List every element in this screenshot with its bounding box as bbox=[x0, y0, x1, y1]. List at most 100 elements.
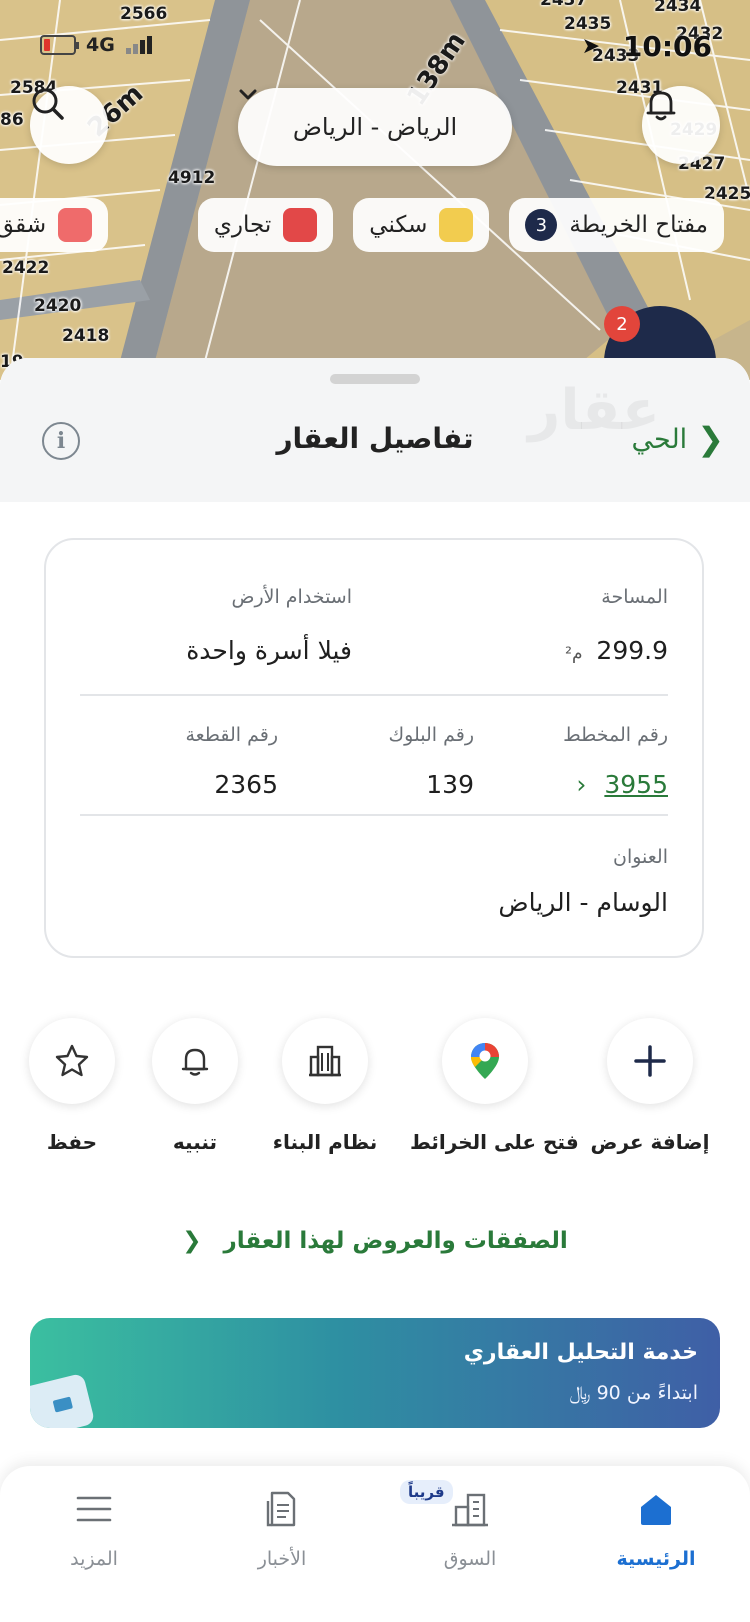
legend-apartments-label: شقق bbox=[0, 212, 47, 238]
plot-number: 2566 bbox=[120, 4, 168, 24]
bell-icon bbox=[181, 1048, 209, 1076]
drag-handle[interactable] bbox=[330, 374, 420, 384]
network-type: 4G bbox=[86, 34, 115, 56]
area-value: 299.9 bbox=[596, 636, 668, 665]
action-buttons: إضافة عرض فتح على الخرائط نظام البناء تن… bbox=[0, 1018, 750, 1178]
nav-more-label: المزيد bbox=[70, 1548, 118, 1570]
plot-number: 2420 bbox=[34, 296, 82, 316]
divider bbox=[80, 694, 668, 696]
building-code-button[interactable]: نظام البناء bbox=[250, 1018, 400, 1154]
add-offer-button[interactable]: إضافة عرض bbox=[575, 1018, 725, 1154]
legend-apartments[interactable]: شقق bbox=[0, 198, 109, 252]
notifications-button[interactable] bbox=[642, 86, 720, 164]
plot-number: 2437 bbox=[540, 0, 588, 10]
plan-number-link[interactable]: 3955 ‹ bbox=[576, 770, 668, 799]
plot-number: 2434 bbox=[654, 0, 702, 16]
save-circle[interactable] bbox=[29, 1018, 115, 1104]
chevron-down-icon bbox=[239, 89, 257, 100]
map-key-count: 3 bbox=[525, 209, 558, 241]
notification-count-badge: 2 bbox=[604, 306, 640, 342]
nav-home[interactable]: الرئيسية bbox=[576, 1484, 736, 1570]
open-maps-button[interactable]: فتح على الخرائط bbox=[410, 1018, 579, 1154]
address-label: العنوان bbox=[612, 846, 668, 868]
open-maps-circle[interactable] bbox=[442, 1018, 528, 1104]
plan-number-label: رقم المخطط bbox=[563, 724, 668, 746]
chevron-right-icon: ❯ bbox=[697, 420, 724, 458]
nav-news-label: الأخبار bbox=[257, 1548, 307, 1570]
divider bbox=[80, 814, 668, 816]
plot-number: 2422 bbox=[2, 258, 50, 278]
map-legend: مفتاح الخريطة 3 سكني تجاري bbox=[197, 198, 724, 252]
nav-more[interactable]: المزيد bbox=[14, 1484, 174, 1570]
news-document-icon bbox=[266, 1491, 296, 1527]
commercial-swatch bbox=[283, 208, 318, 242]
nav-news[interactable]: الأخبار bbox=[202, 1484, 362, 1570]
plot-number: 86 bbox=[0, 110, 24, 130]
banner-subtitle: ابتداءً من 90 ﷼ bbox=[569, 1382, 698, 1404]
plot-number: 4912 bbox=[168, 168, 216, 188]
save-label: حفظ bbox=[46, 1130, 98, 1154]
neighborhood-back-link[interactable]: ❯ الحي bbox=[632, 420, 724, 458]
chevron-left-icon: ❮ bbox=[182, 1228, 202, 1254]
chevron-left-icon: ‹ bbox=[576, 770, 587, 799]
add-offer-circle[interactable] bbox=[607, 1018, 693, 1104]
menu-icon bbox=[76, 1496, 112, 1522]
bottom-navigation: الرئيسية السوق قريباً الأخبار المزيد bbox=[0, 1466, 750, 1622]
area-unit: م² bbox=[565, 644, 583, 664]
clock: 10:06 bbox=[622, 30, 712, 63]
land-use-value: فيلا أسرة واحدة bbox=[186, 636, 352, 665]
apartments-swatch bbox=[58, 208, 93, 242]
legend-commercial[interactable]: تجاري bbox=[197, 198, 334, 252]
bell-icon bbox=[646, 91, 676, 121]
deals-offers-label: الصفقات والعروض لهذا العقار bbox=[223, 1228, 568, 1254]
deals-offers-link[interactable]: الصفقات والعروض لهذا العقار ❮ bbox=[0, 1228, 750, 1254]
block-number-value: 139 bbox=[426, 770, 474, 799]
open-maps-label: فتح على الخرائط bbox=[410, 1130, 579, 1154]
city-selector[interactable]: الرياض - الرياض bbox=[238, 88, 512, 166]
star-icon bbox=[55, 1044, 89, 1077]
banner-title: خدمة التحليل العقاري bbox=[463, 1340, 698, 1365]
property-details-sheet: عقار i تفاصيل العقار ❯ الحي المساحة 299.… bbox=[0, 358, 750, 1622]
map-view[interactable]: 2566 2584 86 4912 2422 2420 2418 2435 24… bbox=[0, 0, 750, 380]
nav-market-label: السوق bbox=[443, 1548, 497, 1570]
google-maps-pin-icon bbox=[471, 1043, 499, 1079]
plus-icon bbox=[634, 1045, 666, 1077]
alert-circle[interactable] bbox=[152, 1018, 238, 1104]
area-value-row: 299.9 م² bbox=[565, 636, 668, 665]
building-icon bbox=[309, 1045, 341, 1077]
search-icon bbox=[32, 88, 64, 120]
map-key-button[interactable]: مفتاح الخريطة 3 bbox=[509, 198, 724, 252]
map-key-label: مفتاح الخريطة bbox=[569, 212, 708, 238]
home-icon bbox=[641, 1495, 671, 1525]
sheet-header: عقار i تفاصيل العقار ❯ الحي bbox=[0, 358, 750, 502]
nav-home-label: الرئيسية bbox=[616, 1548, 696, 1570]
analysis-service-banner[interactable]: خدمة التحليل العقاري ابتداءً من 90 ﷼ bbox=[30, 1318, 720, 1428]
legend-commercial-label: تجاري bbox=[213, 212, 272, 238]
signal-icon bbox=[126, 34, 162, 54]
property-details-card: المساحة 299.9 م² استخدام الأرض فيلا أسرة… bbox=[44, 538, 704, 958]
residential-swatch bbox=[439, 208, 474, 242]
coming-soon-badge: قريباً bbox=[400, 1480, 453, 1504]
address-value: الوسام - الرياض bbox=[498, 888, 668, 917]
plan-number-value[interactable]: 3955 bbox=[604, 770, 668, 799]
land-use-label: استخدام الأرض bbox=[231, 586, 352, 608]
building-code-label: نظام البناء bbox=[272, 1130, 378, 1154]
plot-number: 2418 bbox=[62, 326, 110, 346]
save-button[interactable]: حفظ bbox=[0, 1018, 147, 1154]
area-label: المساحة bbox=[601, 586, 668, 608]
market-buildings-icon bbox=[452, 1493, 488, 1527]
block-number-label: رقم البلوك bbox=[388, 724, 474, 746]
battery-icon bbox=[40, 35, 79, 55]
legend-residential-label: سكني bbox=[369, 212, 428, 238]
plot-number-value: 2365 bbox=[214, 770, 278, 799]
add-offer-label: إضافة عرض bbox=[590, 1130, 710, 1154]
location-arrow-icon: ➤ bbox=[581, 34, 600, 59]
status-bar: 4G ➤ 10:06 bbox=[0, 30, 750, 66]
legend-residential[interactable]: سكني bbox=[353, 198, 490, 252]
search-button[interactable] bbox=[30, 86, 108, 164]
back-link-label: الحي bbox=[631, 423, 688, 455]
banner-illustration bbox=[30, 1372, 96, 1428]
plot-number-label: رقم القطعة bbox=[185, 724, 278, 746]
building-code-circle[interactable] bbox=[282, 1018, 368, 1104]
city-selector-label: الرياض - الرياض bbox=[292, 113, 458, 141]
